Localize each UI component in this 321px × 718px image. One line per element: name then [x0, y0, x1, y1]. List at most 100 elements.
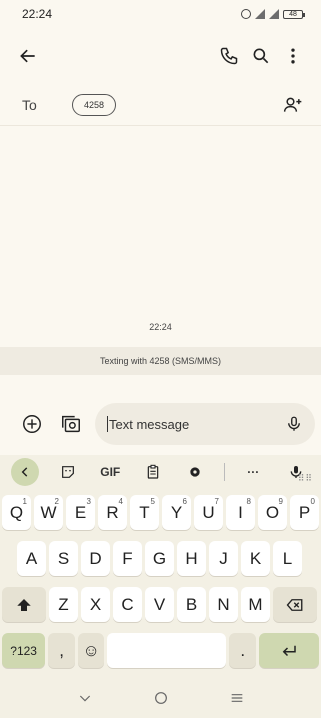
key-number-hint: 0: [310, 497, 315, 506]
chevron-left-icon: [21, 467, 28, 477]
backspace-key[interactable]: [273, 587, 317, 622]
key-label: P: [298, 502, 311, 522]
key-label: Q: [9, 502, 24, 522]
key-number-hint: 9: [278, 497, 283, 506]
keyboard-row-2: ASDFGHJKL: [0, 541, 321, 576]
message-input[interactable]: [109, 416, 285, 432]
status-time: 22:24: [22, 7, 53, 21]
arrow-left-icon: [20, 49, 35, 63]
add-person-icon: [283, 97, 302, 112]
key-e[interactable]: E3: [66, 495, 95, 530]
key-t[interactable]: T5: [130, 495, 159, 530]
enter-key[interactable]: [259, 633, 319, 668]
app-bar: [0, 28, 321, 84]
key-q[interactable]: Q1: [2, 495, 31, 530]
key-h[interactable]: H: [177, 541, 206, 576]
period-key[interactable]: .: [229, 633, 256, 668]
conversation-area: 22:24: [0, 127, 321, 377]
key-label: O: [265, 502, 280, 522]
status-icons: 48: [241, 9, 305, 19]
key-label: R: [106, 502, 119, 522]
search-icon: [253, 48, 269, 64]
key-p[interactable]: P0: [290, 495, 319, 530]
key-k[interactable]: K: [241, 541, 270, 576]
key-r[interactable]: R4: [98, 495, 127, 530]
phone-icon: [220, 47, 238, 65]
key-label: E: [74, 502, 87, 522]
keyboard-row-3: ZXCVBNM: [0, 587, 321, 622]
key-l[interactable]: L: [273, 541, 302, 576]
key-s[interactable]: S: [49, 541, 78, 576]
shift-key[interactable]: [2, 587, 46, 622]
keyboard-back-button[interactable]: [11, 458, 40, 486]
mic-icon[interactable]: [285, 415, 303, 433]
gif-button[interactable]: GIF: [96, 458, 124, 486]
key-number-hint: 4: [118, 497, 123, 506]
key-number-hint: 2: [54, 497, 59, 506]
nfc-icon: [241, 9, 251, 19]
back-button[interactable]: [12, 40, 44, 72]
recipient-chip[interactable]: 4258: [72, 93, 117, 116]
home-circle-icon[interactable]: [153, 690, 169, 706]
key-number-hint: 7: [214, 497, 219, 506]
comma-key[interactable]: ,: [48, 633, 75, 668]
enter-icon: [282, 645, 296, 656]
key-v[interactable]: V: [145, 587, 174, 622]
keyboard-layout-icon[interactable]: ⠿⠿: [298, 473, 313, 484]
key-number-hint: 6: [182, 497, 187, 506]
key-u[interactable]: U7: [194, 495, 223, 530]
key-m[interactable]: M: [241, 587, 270, 622]
status-bar: 22:24 48: [0, 0, 321, 28]
navigation-bar: [0, 677, 321, 718]
gallery-camera-icon: [61, 415, 80, 433]
key-label: I: [238, 502, 243, 522]
key-label: T: [139, 502, 150, 522]
key-a[interactable]: A: [17, 541, 46, 576]
key-n[interactable]: N: [209, 587, 238, 622]
settings-button[interactable]: [181, 458, 209, 486]
more-options-button[interactable]: [277, 40, 309, 72]
clipboard-button[interactable]: [139, 458, 167, 486]
battery-icon: 48: [283, 9, 305, 19]
key-d[interactable]: D: [81, 541, 110, 576]
key-x[interactable]: X: [81, 587, 110, 622]
keyboard-row-1: Q1W2E3R4T5Y6U7I8O9P0: [0, 495, 321, 530]
space-key[interactable]: [107, 633, 227, 668]
key-z[interactable]: Z: [49, 587, 78, 622]
keyboard-row-4: ?123 , ☺ .: [0, 633, 321, 668]
search-button[interactable]: [245, 40, 277, 72]
key-c[interactable]: C: [113, 587, 142, 622]
key-f[interactable]: F: [113, 541, 142, 576]
menu-lines-icon[interactable]: [229, 690, 245, 706]
chevron-down-icon[interactable]: [77, 690, 93, 706]
gallery-button[interactable]: [57, 408, 86, 440]
key-y[interactable]: Y6: [162, 495, 191, 530]
message-timestamp: 22:24: [149, 322, 172, 332]
key-j[interactable]: J: [209, 541, 238, 576]
key-number-hint: 1: [22, 497, 27, 506]
toolbar-divider: [223, 463, 225, 481]
symbols-key[interactable]: ?123: [2, 633, 46, 668]
compose-bar: [0, 400, 321, 448]
message-input-field[interactable]: [95, 403, 315, 445]
key-number-hint: 8: [246, 497, 251, 506]
keyboard-letters-row-3: ZXCVBNM: [49, 587, 270, 622]
keyboard: GIF ··· Q1W2E3R4T5Y6U7I8O9P0 ASDFGHJKL Z…: [0, 455, 321, 718]
key-label: U: [202, 502, 215, 522]
key-i[interactable]: I8: [226, 495, 255, 530]
key-label: Y: [170, 502, 183, 522]
keyboard-toolbar: GIF ···: [0, 455, 321, 489]
key-g[interactable]: G: [145, 541, 174, 576]
attach-button[interactable]: [18, 408, 47, 440]
sticker-button[interactable]: [54, 458, 82, 486]
key-o[interactable]: O9: [258, 495, 287, 530]
key-w[interactable]: W2: [34, 495, 63, 530]
call-button[interactable]: [213, 40, 245, 72]
add-recipient-button[interactable]: [277, 89, 309, 121]
more-vert-icon: [291, 48, 295, 64]
text-cursor: [107, 416, 108, 432]
key-b[interactable]: B: [177, 587, 206, 622]
more-tools-button[interactable]: ···: [239, 458, 267, 486]
emoji-key[interactable]: ☺: [77, 633, 105, 668]
shift-icon: [17, 598, 31, 611]
